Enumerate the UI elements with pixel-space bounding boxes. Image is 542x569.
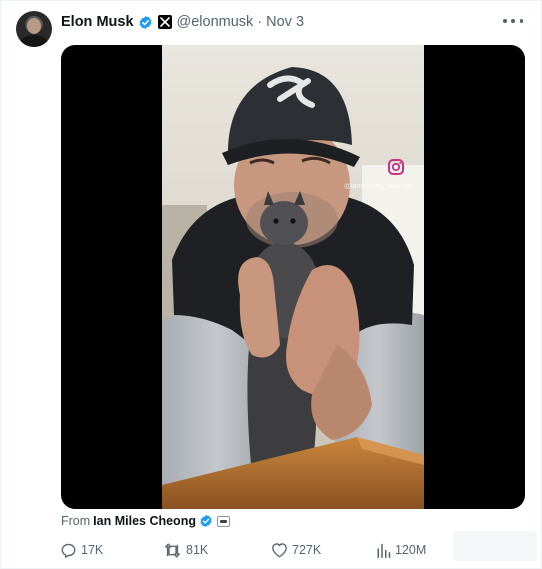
heart-icon [272, 543, 287, 558]
media-video[interactable]: @iancheong_squirrel [61, 45, 525, 509]
video-watermark-text: @iancheong_squirrel [344, 183, 411, 190]
tweet-header: Elon Musk @elonmusk · Nov 3 [61, 13, 304, 31]
squirrel-head [260, 201, 308, 245]
like-count: 727K [292, 543, 322, 557]
source-prefix: From [61, 514, 91, 528]
more-dot [511, 19, 515, 23]
views-button[interactable]: 120M [376, 541, 426, 559]
source-account-link[interactable]: Ian Miles Cheong [93, 514, 196, 528]
reply-icon [61, 543, 76, 558]
more-options-icon[interactable] [503, 13, 523, 29]
more-dot [519, 19, 523, 23]
views-count: 120M [395, 543, 427, 557]
author-handle[interactable]: @elonmusk [177, 13, 254, 31]
video-frame: @iancheong_squirrel [162, 45, 424, 509]
reply-button[interactable]: 17K [60, 541, 103, 559]
header-separator: · [257, 14, 263, 30]
repost-count: 81K [186, 543, 209, 557]
repost-button[interactable]: 81K [163, 541, 208, 559]
views-icon [377, 543, 391, 558]
reply-count: 17K [81, 543, 104, 557]
avatar-body [20, 35, 48, 47]
tweet-card[interactable]: Elon Musk @elonmusk · Nov 3 @iancheong_s… [0, 0, 542, 569]
verified-badge-icon [200, 514, 212, 528]
avatar[interactable] [16, 11, 52, 47]
post-date[interactable]: Nov 3 [266, 13, 304, 31]
affiliate-badge-icon [216, 515, 230, 527]
corner-watermark [453, 531, 537, 561]
repost-icon [165, 542, 180, 558]
verified-badge-icon [139, 15, 151, 29]
like-button[interactable]: 727K [271, 541, 321, 559]
x-affiliate-icon [157, 15, 172, 29]
author-name[interactable]: Elon Musk [61, 13, 134, 31]
more-dot [503, 19, 507, 23]
avatar-face [27, 18, 41, 34]
source-attribution: From Ian Miles Cheong [61, 513, 230, 529]
